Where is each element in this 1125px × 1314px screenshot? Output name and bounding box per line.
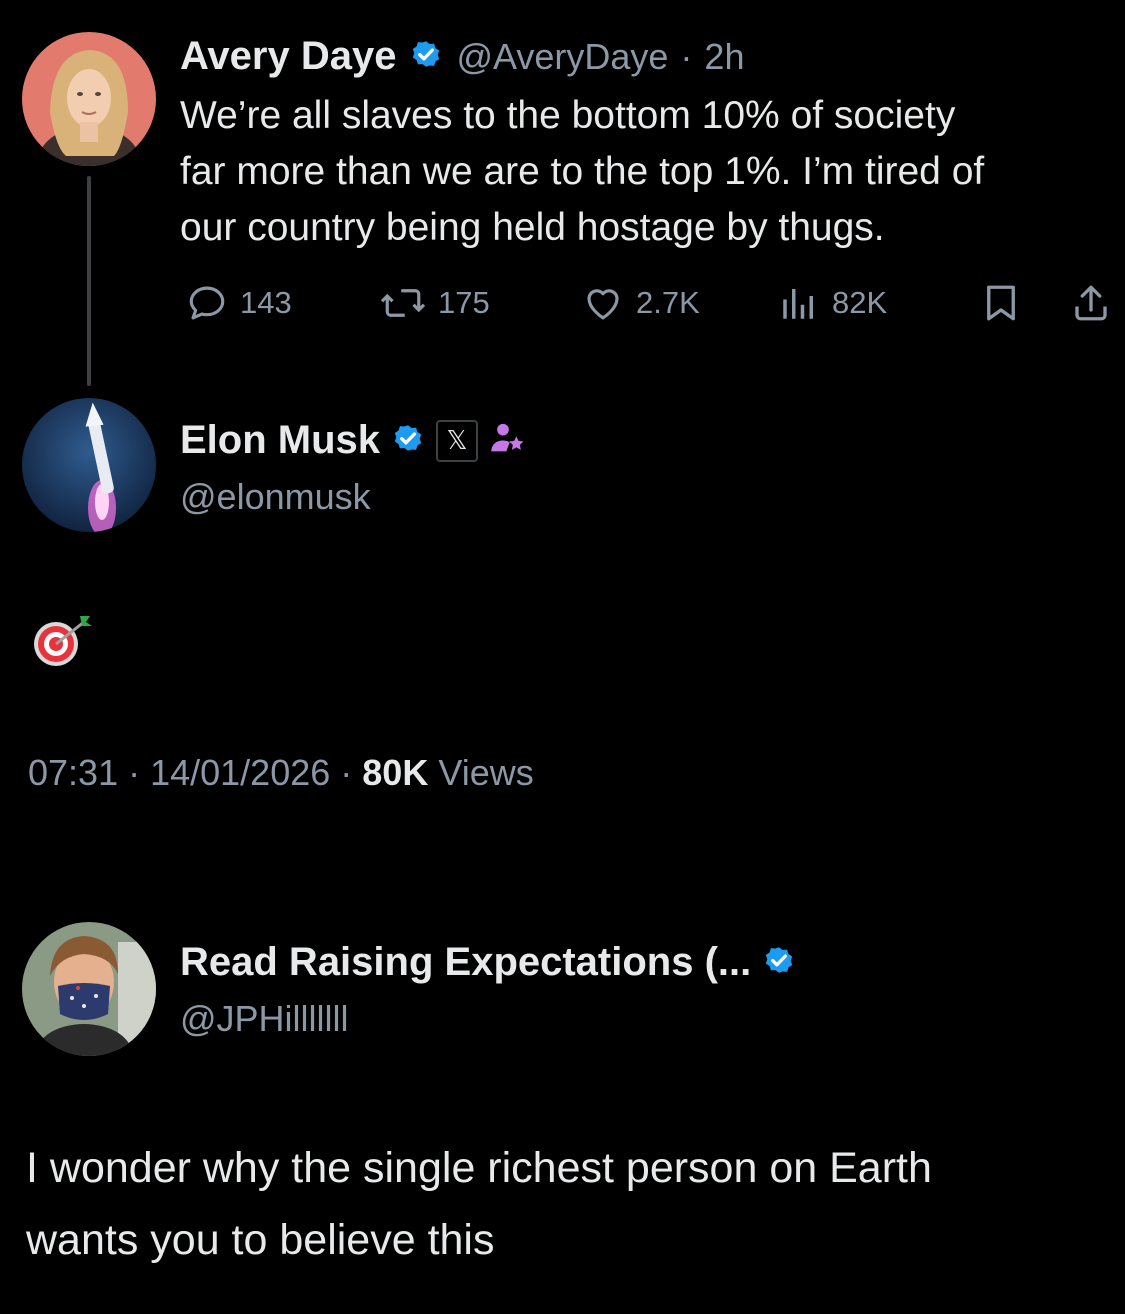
separator-dot: · [680, 35, 693, 77]
views-bar-chart-icon [783, 289, 813, 319]
author-name[interactable]: Avery Daye [180, 34, 396, 79]
person-star-icon [488, 418, 528, 463]
author-handle[interactable]: @elonmusk [180, 476, 371, 518]
avatar-elon-musk[interactable] [22, 398, 156, 532]
tweet2-header: Elon Musk 𝕏 [180, 418, 528, 463]
verified-badge-icon [761, 942, 797, 983]
reply-count: 143 [240, 285, 292, 320]
direct-hit-target-icon [30, 610, 96, 675]
tweet3-text: I wonder why the single richest person o… [26, 1132, 1116, 1276]
tweet1-header: Avery Daye @AveryDaye · 2h [180, 34, 744, 79]
share-icon [1075, 285, 1107, 321]
tweet-time[interactable]: 2h [704, 36, 744, 78]
thread-connector-line [87, 176, 91, 386]
reply-icon [189, 286, 225, 320]
like-button[interactable]: 2.7K [582, 282, 700, 324]
bookmark-icon [987, 285, 1015, 321]
separator-dot: · [340, 752, 353, 793]
views-count: 82K [832, 285, 888, 320]
author-name[interactable]: Elon Musk [180, 418, 380, 463]
tweet1-text: We’re all slaves to the bottom 10% of so… [180, 88, 1100, 256]
author-handle[interactable]: @JPHilllllll [180, 998, 349, 1040]
views-label: Views [438, 752, 534, 793]
like-count: 2.7K [636, 285, 700, 320]
repost-icon [380, 289, 426, 317]
x-affiliation-badge-icon[interactable]: 𝕏 [436, 419, 479, 462]
repost-button[interactable]: 175 [380, 282, 490, 324]
tweet-text-line: our country being held hostage by thugs. [180, 206, 885, 249]
tweet-text-line: far more than we are to the top 1%. I’m … [180, 150, 985, 193]
repost-count: 175 [438, 285, 490, 320]
tweet-text-line: wants you to believe this [26, 1216, 495, 1264]
tweet-time[interactable]: 07:31 [28, 752, 118, 794]
views-count: 80K [362, 752, 429, 793]
tweet-text-line: We’re all slaves to the bottom 10% of so… [180, 94, 956, 137]
views-button[interactable]: 82K [778, 282, 887, 324]
tweet-text-line: I wonder why the single richest person o… [26, 1144, 932, 1192]
verified-badge-icon [390, 420, 426, 461]
author-name[interactable]: Read Raising Expectations (... [180, 940, 751, 985]
verified-badge-icon [408, 36, 444, 77]
reply-button[interactable]: 143 [186, 282, 292, 324]
separator-dot: · [128, 752, 141, 793]
share-button[interactable] [1070, 282, 1112, 329]
avatar-avery-daye[interactable] [22, 32, 156, 166]
heart-icon [587, 289, 619, 320]
tweet-date[interactable]: 14/01/2026 [150, 752, 330, 794]
author-handle[interactable]: @AveryDaye [456, 36, 668, 78]
bookmark-button[interactable] [980, 282, 1022, 329]
tweet3-header: Read Raising Expectations (... [180, 940, 797, 985]
avatar-jphill[interactable] [22, 922, 156, 1056]
tweet2-meta: 07:31 · 14/01/2026 · 80K Views [28, 752, 534, 794]
